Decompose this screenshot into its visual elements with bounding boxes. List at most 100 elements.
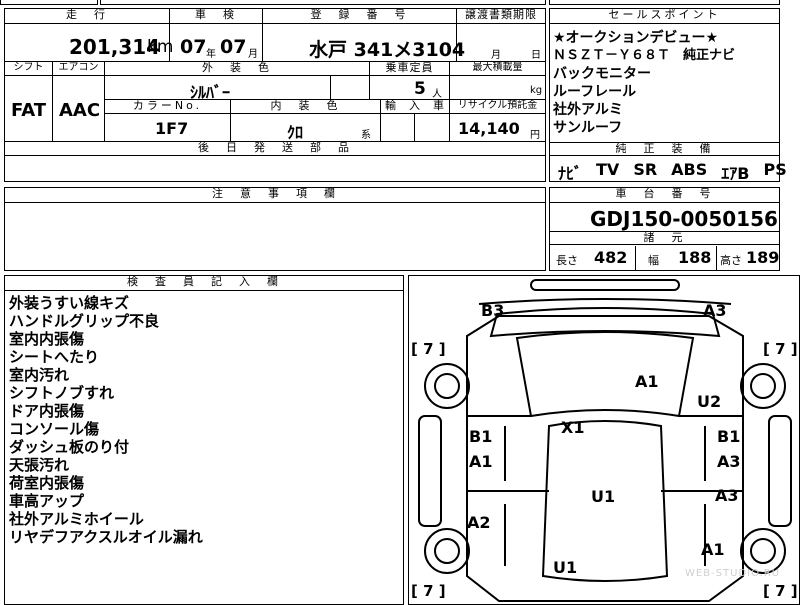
- sales-point-item: ★オークションデビュー★: [553, 30, 719, 46]
- transfer-deadline-cell: 月 日: [457, 24, 545, 62]
- width-label: 幅: [648, 254, 659, 267]
- mark-right-rear-door-bottom: A3: [717, 452, 741, 471]
- width-value: 188: [678, 248, 712, 267]
- inspection-header: 車 検: [170, 9, 263, 24]
- dimensions-header: 諸 元: [550, 231, 779, 245]
- aircon-cell: AAC: [53, 76, 105, 142]
- inspector-note: 室内内張傷: [9, 330, 85, 348]
- inspection-cell: 07 年 07 月: [170, 24, 263, 62]
- equipment-row: ﾅﾋﾞ TV SR ABS ｴｱB PS PW: [558, 160, 787, 184]
- mark-hood-center: U1: [591, 487, 616, 506]
- mark-front-bumper: U1: [553, 558, 578, 577]
- rear-left-tire-icon: [424, 363, 470, 409]
- inspector-note: ダッシュ板のり付: [9, 438, 130, 456]
- load-unit: kg: [530, 85, 543, 96]
- inspector-note: ドア内張傷: [9, 402, 85, 420]
- rear-bumper-shape: [530, 279, 680, 291]
- exterior-color-cell: ｼﾙﾊﾞｰ: [105, 76, 331, 102]
- inspector-note: 車高アップ: [9, 492, 85, 510]
- rear-edge-shape: [478, 298, 732, 305]
- tire-label-front-right: [ 7 ]: [763, 582, 798, 600]
- inspection-month: 07: [220, 36, 247, 58]
- inspector-header: 検 査 員 記 入 欄: [5, 276, 403, 291]
- genuine-equipment-header: 純 正 装 備: [550, 142, 779, 156]
- import-cell-a: [381, 114, 415, 142]
- interior-color-cell: ｸﾛ 系: [231, 114, 381, 142]
- inspector-note: ハンドルグリップ不良: [9, 312, 160, 330]
- capacity-cell: 5 人: [370, 76, 450, 100]
- chassis-header: 車 台 番 号: [550, 188, 779, 203]
- mark-left-front-door: A2: [467, 513, 491, 532]
- roof-shape: [515, 331, 695, 418]
- aircon-header: エアコン: [53, 62, 105, 76]
- transfer-month-unit: 月: [491, 50, 501, 61]
- mark-right-rear-quarter: U2: [697, 392, 722, 411]
- capacity-value: 5: [414, 79, 426, 99]
- equipment-item: ABS: [671, 160, 708, 179]
- inspection-year: 07: [180, 36, 207, 58]
- interior-color-header: 内 装 色: [231, 100, 381, 114]
- mileage-header: 走 行: [5, 9, 170, 24]
- sales-point-list: ★オークションデビュー★ ＮＳＺＴ－Ｙ６８Ｔ 純正ナビ バックモニター ルーフレ…: [553, 29, 778, 137]
- sales-point-box: セールスポイント ★オークションデビュー★ ＮＳＺＴ－Ｙ６８Ｔ 純正ナビ バック…: [549, 8, 787, 184]
- month-unit: 月: [248, 49, 258, 60]
- mark-right-front-door: A3: [715, 486, 739, 505]
- sales-point-item: バックモニター: [553, 66, 651, 82]
- front-right-tire-icon: [740, 528, 786, 574]
- rear-right-tire-icon: [740, 363, 786, 409]
- length-label: 長さ: [556, 254, 578, 267]
- year-unit: 年: [206, 49, 216, 60]
- capacity-header: 乗車定員: [370, 62, 450, 76]
- front-left-tire-icon: [424, 528, 470, 574]
- mark-rear-right: A3: [703, 301, 727, 320]
- max-load-cell: kg: [450, 76, 545, 100]
- sales-point-item: 社外アルミ: [553, 102, 623, 118]
- dimensions-row: 長さ 482 幅 188 高さ 189: [550, 246, 779, 270]
- damage-diagram: B3 A3 A1 U2 X1 B1 A1 B1 A3 U1 A3 A2 A1 U…: [408, 275, 800, 605]
- length-value: 482: [594, 248, 628, 267]
- registration-cell: 水戸 341メ3104: [263, 24, 465, 62]
- registration-number: 水戸 341メ3104: [309, 39, 466, 61]
- registration-header: 登 録 番 号: [263, 9, 457, 24]
- inspector-note: リヤデフアクスルオイル漏れ: [9, 528, 203, 546]
- inspector-notes-list: 外装うすい線キズ ハンドルグリップ不良 室内内張傷 シートへたり 室内汚れ シフ…: [9, 294, 203, 546]
- equipment-item: TV: [596, 160, 620, 179]
- equipment-item: ﾅﾋﾞ: [558, 164, 583, 183]
- shift-value: FAT: [11, 100, 47, 121]
- later-parts-area: [5, 156, 545, 181]
- inspector-note: 荷室内張傷: [9, 474, 85, 492]
- chassis-number: GDJ150-0050156: [590, 207, 778, 231]
- sales-point-item: ＮＳＺＴ－Ｙ６８Ｔ 純正ナビ: [553, 48, 736, 63]
- left-side-panel-shape: [418, 415, 442, 527]
- inspector-note: 室内汚れ: [9, 366, 70, 384]
- inspector-note: 天張汚れ: [9, 456, 70, 474]
- equipment-item: SR: [633, 160, 658, 179]
- mark-roof: A1: [635, 372, 659, 391]
- sales-point-header: セールスポイント: [550, 9, 779, 24]
- exterior-color-header: 外 装 色: [105, 62, 370, 76]
- aircon-value: AAC: [59, 100, 101, 121]
- sales-point-item: ルーフレール: [553, 84, 637, 100]
- inspector-note: シフトノブすれ: [9, 384, 115, 402]
- inspector-note: コンソール傷: [9, 420, 100, 438]
- shift-cell: FAT: [5, 76, 53, 142]
- color-no-value: 1F7: [155, 119, 189, 138]
- notes-header: 注 意 事 項 欄: [5, 188, 545, 203]
- height-value: 189: [746, 248, 780, 267]
- recycle-cell: 14,140 円: [450, 114, 545, 142]
- mark-rear-left: B3: [481, 301, 505, 320]
- chassis-box: 車 台 番 号 GDJ150-0050156 諸 元 長さ 482 幅 188 …: [549, 187, 780, 271]
- right-side-panel-shape: [768, 415, 792, 527]
- top-strip: [0, 0, 800, 6]
- interior-color-value: ｸﾛ: [287, 123, 304, 142]
- max-load-header: 最大積載量: [450, 62, 545, 76]
- mark-right-front-fender: A1: [701, 540, 725, 559]
- mark-left-rear-door-top: B1: [469, 427, 493, 446]
- transfer-day-unit: 日: [531, 50, 541, 61]
- watermark: WEB-STUDIO.RU: [685, 568, 781, 579]
- exterior-color-extra: [331, 76, 370, 100]
- equipment-item: PS: [763, 160, 787, 179]
- tire-label-rear-right: [ 7 ]: [763, 340, 798, 358]
- import-header: 輸 入 車: [381, 100, 450, 114]
- later-parts-header: 後 日 発 送 部 品: [5, 142, 545, 156]
